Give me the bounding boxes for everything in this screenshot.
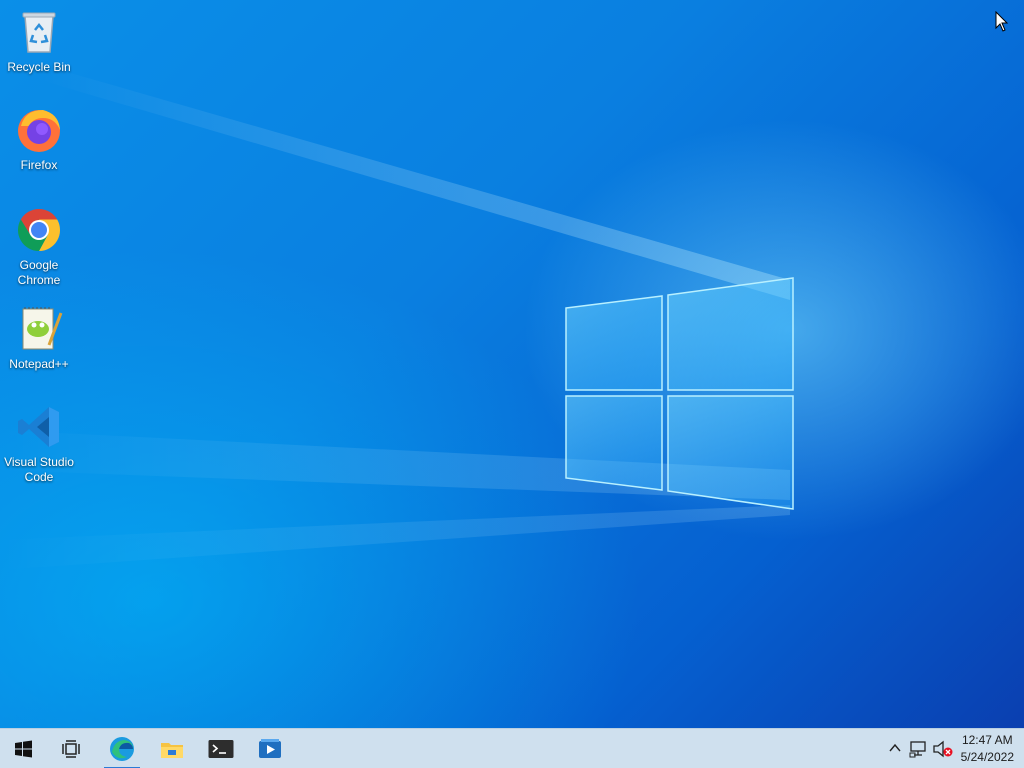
taskbar-file-explorer-button[interactable] [149, 729, 195, 768]
firefox-icon [18, 110, 60, 152]
notepadpp-icon [22, 307, 63, 350]
network-icon[interactable] [909, 740, 929, 758]
volume-muted-icon[interactable] [932, 740, 954, 758]
desktop-icon-label: Firefox [20, 158, 58, 172]
desktop-icon-label: Notepad++ [9, 357, 69, 371]
edge-icon [110, 737, 134, 761]
chevron-up-icon[interactable] [888, 742, 902, 754]
desktop-icon-label-line1: Google [19, 258, 59, 272]
task-view-icon [62, 740, 80, 758]
taskbar-edge-button[interactable] [100, 729, 144, 768]
taskbar: 12:47 AM 5/24/2022 [0, 728, 1024, 768]
start-button[interactable] [0, 729, 46, 768]
taskbar-terminal-button[interactable] [198, 729, 244, 768]
wallpaper-beams [0, 70, 790, 570]
vscode-icon [18, 407, 59, 447]
media-player-icon [259, 739, 281, 758]
system-clock[interactable]: 12:47 AM 5/24/2022 [961, 732, 1014, 766]
desktop-icon-google-chrome[interactable]: Google Chrome [0, 206, 78, 288]
desktop-icon-notepadpp[interactable]: Notepad++ [0, 305, 78, 372]
task-view-button[interactable] [48, 729, 94, 768]
desktop-icon-label-line1: Visual Studio [4, 455, 74, 469]
chrome-icon [17, 209, 61, 251]
desktop-icon-label-line2: Code [24, 470, 54, 484]
desktop-icon-recycle-bin[interactable]: Recycle Bin [0, 8, 78, 75]
desktop-icon-label-line2: Chrome [17, 273, 61, 287]
file-explorer-icon [161, 743, 183, 758]
desktop[interactable]: Recycle Bin Firefox Google Chrome Notepa… [0, 0, 1024, 728]
start-icon [15, 740, 32, 758]
desktop-icon-vscode[interactable]: Visual Studio Code [0, 403, 78, 485]
windows-logo-wallpaper [565, 277, 794, 510]
clock-time: 12:47 AM [961, 733, 1013, 747]
recycle-bin-icon [22, 12, 56, 53]
clock-date: 5/24/2022 [960, 750, 1014, 764]
taskbar-media-player-button[interactable] [247, 729, 293, 768]
desktop-icon-firefox[interactable]: Firefox [0, 106, 78, 173]
terminal-icon [208, 740, 234, 758]
mouse-cursor-icon [995, 11, 1009, 32]
desktop-icon-label: Recycle Bin [7, 60, 71, 74]
